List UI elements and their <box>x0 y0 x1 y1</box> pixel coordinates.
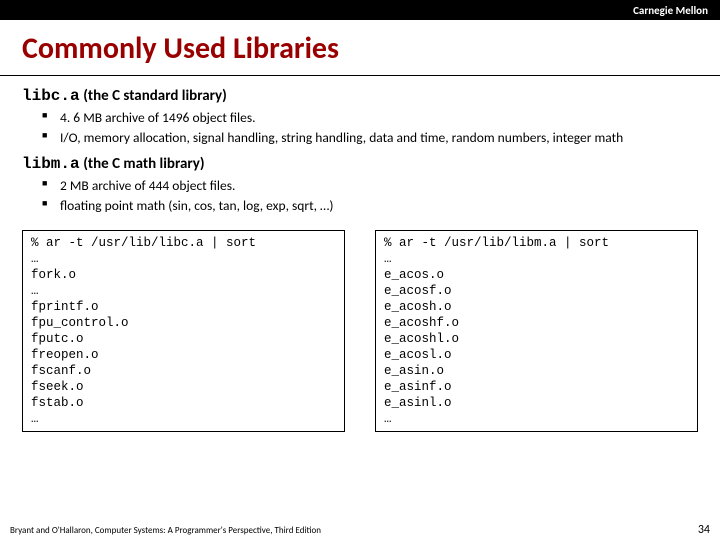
bullet-item: 2 MB archive of 444 object files. <box>60 177 698 195</box>
body-content: libc.a (the C standard library) 4. 6 MB … <box>0 76 720 214</box>
bullet-item: 4. 6 MB archive of 1496 object files. <box>60 109 698 127</box>
brand-label: Carnegie Mellon <box>633 4 708 17</box>
lib-heading-libc: libc.a (the C standard library) <box>22 86 698 105</box>
lib-bullets-libc: 4. 6 MB archive of 1496 object files. I/… <box>22 109 698 146</box>
slide-title: Commonly Used Libraries <box>0 20 720 76</box>
lib-heading-libm: libm.a (the C math library) <box>22 154 698 173</box>
attribution-text: Bryant and O'Hallaron, Computer Systems:… <box>10 525 321 536</box>
lib-desc: (the C math library) <box>83 155 204 173</box>
code-grid: % ar -t /usr/lib/libc.a | sort … fork.o … <box>0 222 720 432</box>
bullet-item: floating point math (sin, cos, tan, log,… <box>60 197 698 215</box>
code-box-libc: % ar -t /usr/lib/libc.a | sort … fork.o … <box>22 230 345 432</box>
lib-bullets-libm: 2 MB archive of 444 object files. floati… <box>22 177 698 214</box>
page-number: 34 <box>698 523 710 537</box>
lib-desc: (the C standard library) <box>83 87 227 105</box>
footer: Bryant and O'Hallaron, Computer Systems:… <box>10 523 710 537</box>
code-box-libm: % ar -t /usr/lib/libm.a | sort … e_acos.… <box>375 230 698 432</box>
bullet-item: I/O, memory allocation, signal handling,… <box>60 129 698 147</box>
lib-name: libc.a <box>22 87 80 105</box>
lib-name: libm.a <box>22 155 80 173</box>
top-bar: Carnegie Mellon <box>0 0 720 20</box>
